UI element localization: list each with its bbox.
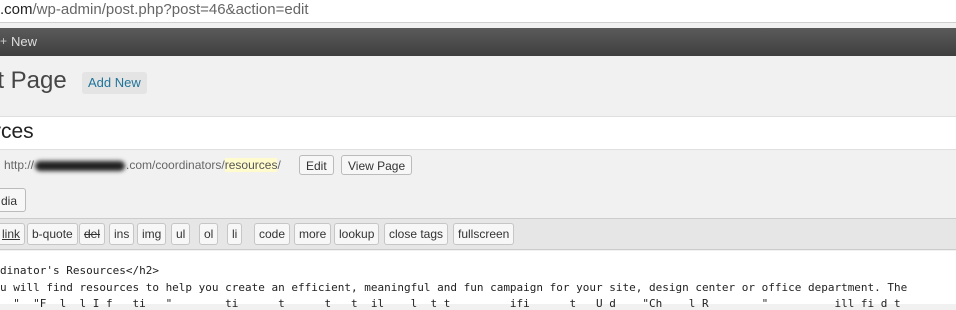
- edit-permalink-button[interactable]: Edit: [299, 155, 334, 175]
- redacted-domain: [35, 160, 126, 171]
- admin-bar-new[interactable]: New: [11, 34, 37, 49]
- url-host: .com: [0, 1, 33, 18]
- qt-ol-button[interactable]: ol: [199, 223, 219, 245]
- permalink: http:// .com/coordinators/resources/: [4, 158, 281, 172]
- permalink-slug[interactable]: resources: [224, 158, 278, 172]
- qt-li-button[interactable]: li: [227, 223, 243, 245]
- qt-close-tags-button[interactable]: close tags: [384, 223, 449, 245]
- post-title-field[interactable]: [0, 116, 956, 150]
- permalink-prefix: http://: [4, 158, 35, 172]
- qt-fullscreen-button[interactable]: fullscreen: [453, 223, 515, 245]
- qt-link-button[interactable]: link: [0, 223, 26, 245]
- add-media-button[interactable]: dia: [0, 188, 27, 212]
- editor-line: dinator's Resources</h2>: [0, 264, 159, 277]
- url-path: /wp-admin/post.php?post=46&action=edit: [32, 1, 309, 18]
- editor-line: u will find resources to help you create…: [0, 281, 908, 294]
- qt-ins-button[interactable]: ins: [109, 223, 135, 245]
- page-title: it Page: [0, 67, 67, 94]
- view-page-button[interactable]: View Page: [341, 155, 413, 175]
- url-text[interactable]: .com/wp-admin/post.php?post=46&action=ed…: [0, 1, 309, 18]
- qt-ul-button[interactable]: ul: [171, 223, 191, 245]
- qt-more-button[interactable]: more: [294, 223, 332, 245]
- qt-del-button[interactable]: del: [79, 223, 106, 245]
- permalink-suffix: /: [277, 158, 281, 172]
- qt-lookup-button[interactable]: lookup: [334, 223, 380, 245]
- qt-img-button[interactable]: img: [137, 223, 167, 245]
- qt-code-button[interactable]: code: [254, 223, 291, 245]
- post-title-value: rces: [0, 120, 34, 143]
- permalink-path: .com/coordinators/: [126, 158, 225, 172]
- qt-bquote-button[interactable]: b-quote: [27, 223, 78, 245]
- admin-bar: [0, 28, 956, 56]
- plus-icon: +: [0, 34, 8, 48]
- add-new-button[interactable]: Add New: [82, 72, 147, 94]
